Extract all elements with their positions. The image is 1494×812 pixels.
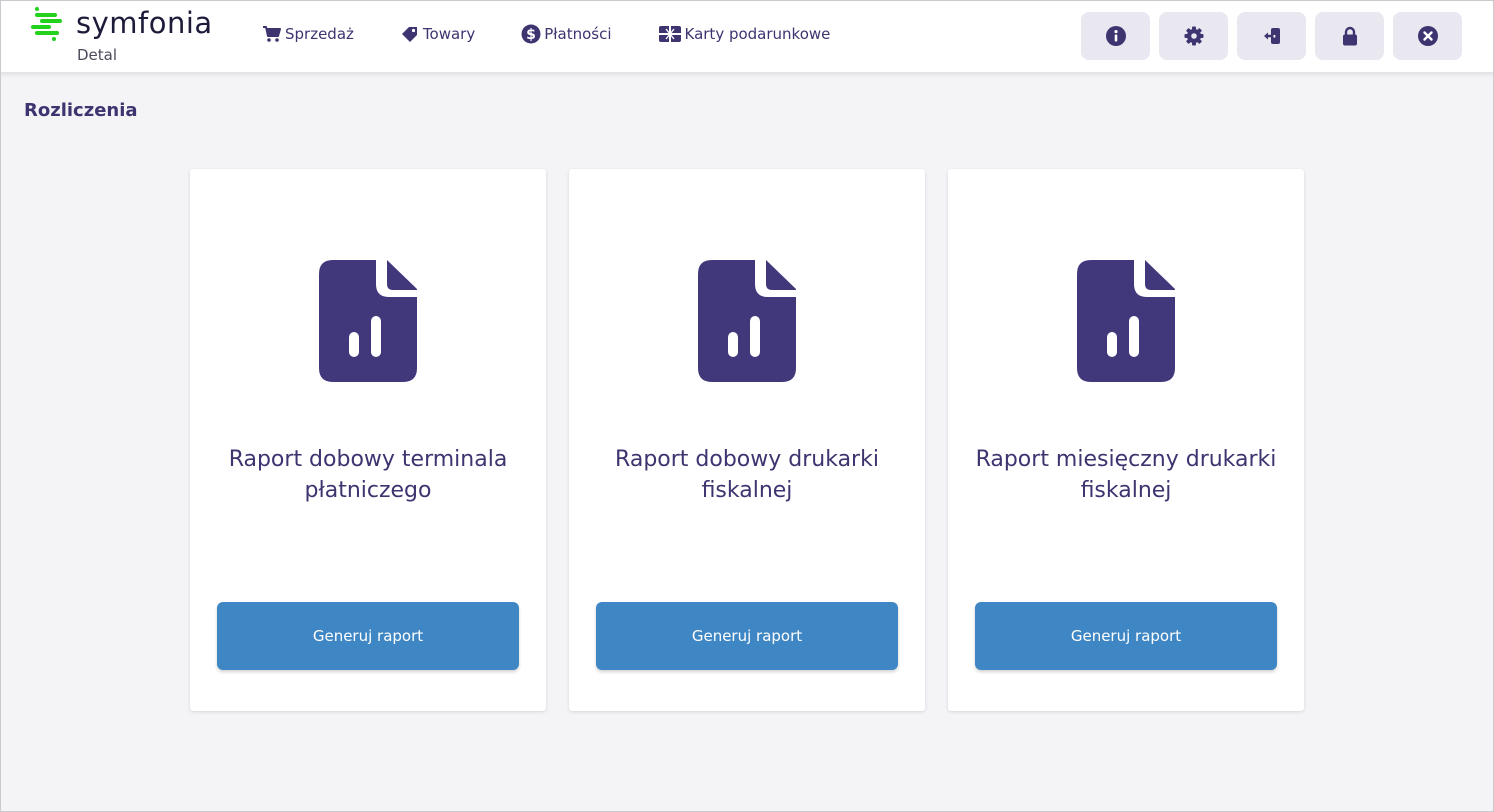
cart-icon — [263, 26, 281, 42]
report-file-icon — [319, 260, 417, 382]
gear-icon — [1184, 26, 1203, 46]
report-card-terminal-daily: Raport dobowy terminala płatniczego Gene… — [190, 169, 546, 711]
brand-logo[interactable]: symfonia Detal — [30, 6, 220, 66]
nav-item-platnosci[interactable]: $ Płatności — [521, 24, 612, 44]
nav-label-sprzedaz: Sprzedaż — [285, 25, 354, 43]
nav-item-towary[interactable]: Towary — [400, 25, 475, 43]
report-card-printer-daily: Raport dobowy drukarki fiskalnej Generuj… — [569, 169, 925, 711]
report-file-icon — [1077, 260, 1175, 382]
page-title: Rozliczenia — [24, 100, 138, 121]
report-card-printer-monthly: Raport miesięczny drukarki fiskalnej Gen… — [948, 169, 1304, 711]
report-file-icon — [698, 260, 796, 382]
toolbar — [1081, 12, 1471, 60]
nav-label-platnosci: Płatności — [544, 25, 612, 43]
svg-text:$: $ — [526, 27, 536, 43]
nav-label-karty-podarunkowe: Karty podarunkowe — [684, 25, 831, 43]
lock-icon — [1342, 26, 1357, 46]
nav-item-karty-podarunkowe[interactable]: Karty podarunkowe — [658, 25, 831, 43]
info-icon — [1105, 26, 1126, 46]
logout-icon — [1263, 28, 1280, 44]
generate-report-button[interactable]: Generuj raport — [596, 602, 898, 670]
card-title: Raport dobowy terminala płatniczego — [228, 447, 508, 503]
card-title: Raport miesięczny drukarki fiskalnej — [975, 447, 1277, 503]
close-icon — [1417, 26, 1438, 46]
brand-subtitle: Detal — [77, 46, 118, 64]
symfonia-logo-icon — [31, 7, 62, 41]
lock-button[interactable] — [1315, 12, 1384, 60]
nav-label-towary: Towary — [422, 25, 476, 43]
nav-item-sprzedaz[interactable]: Sprzedaż — [262, 25, 354, 43]
generate-report-button[interactable]: Generuj raport — [217, 602, 519, 670]
brand-name: symfonia — [76, 6, 213, 40]
top-bar: symfonia Detal Sprzedaż Towary $ Płatnoś… — [0, 0, 1494, 72]
card-title: Raport dobowy drukarki fiskalnej — [615, 447, 879, 503]
main-nav: Sprzedaż Towary $ Płatności Karty podaru… — [262, 24, 876, 44]
generate-report-button[interactable]: Generuj raport — [975, 602, 1277, 670]
dollar-icon: $ — [521, 24, 541, 44]
settings-button[interactable] — [1159, 12, 1228, 60]
close-button[interactable] — [1393, 12, 1462, 60]
logout-button[interactable] — [1237, 12, 1306, 60]
info-button[interactable] — [1081, 12, 1150, 60]
gift-card-icon — [658, 26, 681, 42]
tag-icon — [401, 27, 417, 42]
